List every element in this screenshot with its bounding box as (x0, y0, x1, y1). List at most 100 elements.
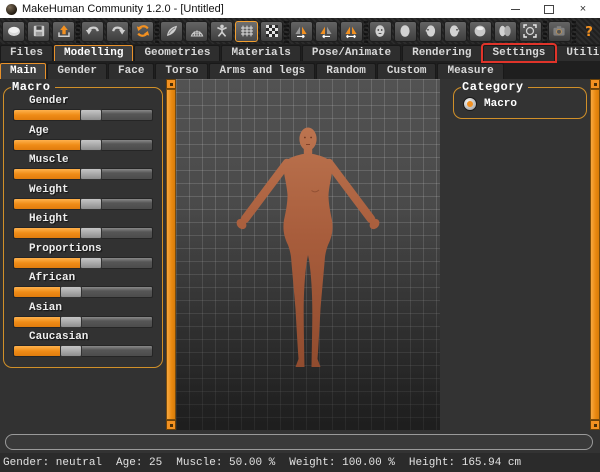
slider-track[interactable] (13, 198, 153, 210)
status-age: Age: 25 (116, 457, 162, 469)
smooth-icon[interactable] (160, 21, 183, 42)
scroll-down-button[interactable] (166, 420, 176, 430)
macro-sliders: GenderAgeMuscleWeightHeightProportionsAf… (11, 95, 155, 357)
slider-handle[interactable] (60, 345, 82, 357)
slider-handle[interactable] (80, 257, 102, 269)
view-left-icon[interactable] (419, 21, 442, 42)
toolbar-separator (572, 19, 576, 43)
macro-panel-title: Macro (11, 80, 55, 94)
tab-rendering[interactable]: Rendering (402, 45, 481, 61)
slider-track[interactable] (13, 316, 153, 328)
slider-fill (14, 258, 80, 268)
scroll-down-button[interactable] (590, 420, 600, 430)
slider-fill (14, 317, 60, 327)
load-icon[interactable] (52, 21, 75, 42)
maximize-icon (544, 5, 554, 14)
category-option-macro[interactable]: Macro (463, 97, 579, 111)
tab-modelling[interactable]: Modelling (54, 45, 133, 61)
toolbar-separator (76, 19, 80, 43)
view-right-icon[interactable] (444, 21, 467, 42)
subtab-measure[interactable]: Measure (437, 63, 503, 79)
symmetry-both-icon[interactable] (340, 21, 363, 42)
tab-geometries[interactable]: Geometries (134, 45, 220, 61)
symmetry-right-icon[interactable] (290, 21, 313, 42)
radio-icon[interactable] (463, 97, 477, 111)
slider-handle[interactable] (80, 198, 102, 210)
subtab-random[interactable]: Random (316, 63, 376, 79)
window-title: MakeHuman Community 1.2.0 - [Untitled] (22, 3, 498, 15)
view-back-icon[interactable] (394, 21, 417, 42)
tab-settings[interactable]: Settings (483, 45, 556, 61)
menu-tab-bar: FilesModellingGeometriesMaterialsPose/An… (0, 44, 600, 61)
wireframe-icon[interactable] (185, 21, 208, 42)
category-panel: Category Macro (450, 79, 590, 430)
status-muscle: Muscle: 50.00 % (176, 457, 275, 469)
sub-tab-bar: MainGenderFaceTorsoArms and legsRandomCu… (0, 61, 600, 79)
toolbar-separator (284, 19, 288, 43)
slider-label: Weight (29, 184, 155, 197)
slider-track[interactable] (13, 109, 153, 121)
slider-track[interactable] (13, 286, 153, 298)
pose-icon[interactable] (210, 21, 233, 42)
content-area: Macro GenderAgeMuscleWeightHeightProport… (0, 79, 600, 430)
slider-fill (14, 287, 60, 297)
toolbar-group (160, 21, 283, 42)
toolbar-group: ? (577, 21, 600, 42)
minimize-button[interactable] (498, 0, 532, 18)
view-front-icon[interactable] (369, 21, 392, 42)
view-side-icon[interactable] (494, 21, 517, 42)
grid-icon[interactable] (235, 21, 258, 42)
slider-height: Height (11, 213, 155, 239)
toolbar-group (81, 21, 154, 42)
macro-groupbox: Macro GenderAgeMuscleWeightHeightProport… (3, 80, 163, 368)
slider-track[interactable] (13, 227, 153, 239)
new-document-icon[interactable] (2, 21, 25, 42)
viewport-left-scrollbar[interactable] (166, 79, 176, 430)
tab-utilities[interactable]: Utilities (556, 45, 600, 61)
slider-handle[interactable] (80, 109, 102, 121)
subtab-torso[interactable]: Torso (155, 63, 208, 79)
slider-handle[interactable] (80, 227, 102, 239)
slider-handle[interactable] (60, 316, 82, 328)
reset-camera-icon[interactable] (519, 21, 542, 42)
help-icon[interactable]: ? (577, 21, 600, 42)
toolbar-separator (364, 19, 368, 43)
slider-track[interactable] (13, 345, 153, 357)
reset-mesh-icon[interactable] (131, 21, 154, 42)
tab-pose-animate[interactable]: Pose/Animate (302, 45, 401, 61)
slider-label: Age (29, 125, 155, 138)
close-button[interactable]: × (566, 0, 600, 18)
scrollbar-thumb[interactable] (590, 89, 600, 420)
save-icon[interactable] (27, 21, 50, 42)
grab-screen-icon[interactable] (548, 21, 571, 42)
slider-handle[interactable] (60, 286, 82, 298)
subtab-main[interactable]: Main (0, 63, 46, 79)
tab-materials[interactable]: Materials (221, 45, 300, 61)
scroll-up-button[interactable] (590, 79, 600, 89)
category-panel-title: Category (461, 80, 528, 94)
slider-gender: Gender (11, 95, 155, 121)
undo-icon[interactable] (81, 21, 104, 42)
maximize-button[interactable] (532, 0, 566, 18)
subtab-face[interactable]: Face (108, 63, 154, 79)
texture-icon[interactable] (260, 21, 283, 42)
viewport-right-scrollbar[interactable] (590, 79, 600, 430)
scrollbar-thumb[interactable] (166, 89, 176, 420)
slider-track[interactable] (13, 257, 153, 269)
symmetry-left-icon[interactable] (315, 21, 338, 42)
slider-track[interactable] (13, 168, 153, 180)
redo-icon[interactable] (106, 21, 129, 42)
viewport-3d[interactable] (176, 79, 440, 430)
scroll-up-button[interactable] (166, 79, 176, 89)
radio-label: Macro (484, 98, 517, 110)
tab-files[interactable]: Files (0, 45, 53, 61)
status-height: Height: 165.94 cm (409, 457, 521, 469)
subtab-gender[interactable]: Gender (47, 63, 107, 79)
subtab-custom[interactable]: Custom (377, 63, 437, 79)
slider-track[interactable] (13, 139, 153, 151)
slider-muscle: Muscle (11, 154, 155, 180)
view-top-icon[interactable] (469, 21, 492, 42)
subtab-arms-and-legs[interactable]: Arms and legs (209, 63, 315, 79)
slider-handle[interactable] (80, 168, 102, 180)
slider-handle[interactable] (80, 139, 102, 151)
